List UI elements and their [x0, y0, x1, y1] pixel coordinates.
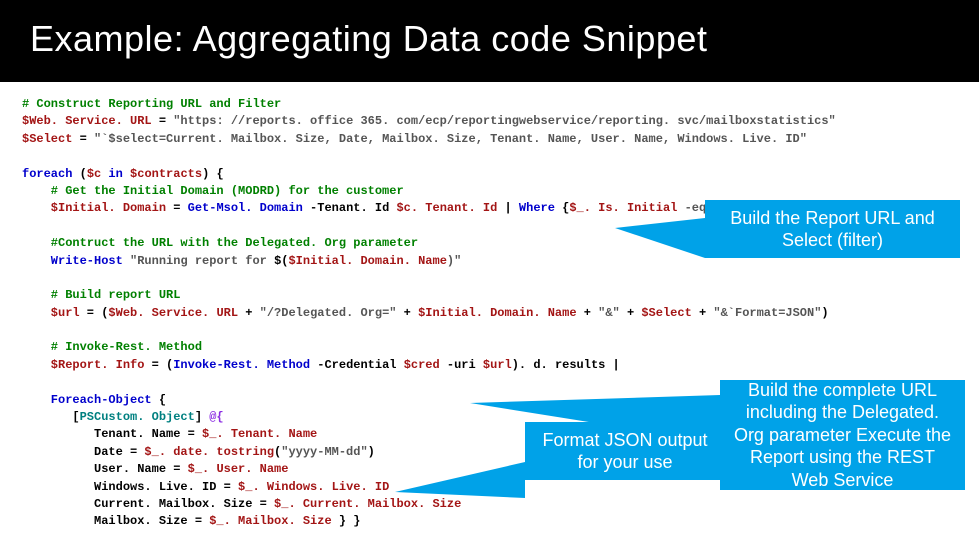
code-string: "&`Format=JSON" — [713, 306, 821, 320]
code-param: -Tenant. Id — [303, 201, 397, 215]
code-cmdlet: Where — [519, 201, 555, 215]
code-text: { — [152, 393, 166, 407]
code-text: Tenant. Name = — [22, 427, 202, 441]
code-string: "/?Delegated. Org=" — [260, 306, 397, 320]
code-hash: @{ — [209, 410, 223, 424]
code-var: $Initial. Domain. Name — [288, 254, 446, 268]
code-var: $c — [87, 167, 101, 181]
code-var: $c. Tenant. Id — [396, 201, 497, 215]
code-var: $_. Is. Initial — [569, 201, 677, 215]
code-op: = — [72, 132, 94, 146]
code-comment: #Contruct the URL with the Delegated. Or… — [22, 236, 418, 250]
callout-build-report-url: Build the Report URL and Select (filter) — [705, 200, 960, 258]
code-comment: # Invoke-Rest. Method — [22, 340, 202, 354]
code-var: $Web. Service. URL — [22, 114, 152, 128]
code-text: ) — [368, 445, 375, 459]
code-op: + — [238, 306, 260, 320]
code-comment: # Build report URL — [22, 288, 180, 302]
code-text: Mailbox. Size = — [22, 514, 209, 528]
code-text: [ — [22, 410, 80, 424]
code-var: $url — [22, 306, 80, 320]
code-text: Windows. Live. ID = — [22, 480, 238, 494]
code-string: "`$select=Current. Mailbox. Size, Date, … — [94, 132, 807, 146]
code-var: $contracts — [130, 167, 202, 181]
code-op: + — [692, 306, 714, 320]
code-text: ). d. results | — [512, 358, 620, 372]
code-type: PSCustom. Object — [80, 410, 195, 424]
code-var: $url — [483, 358, 512, 372]
code-var: $Initial. Domain. Name — [418, 306, 576, 320]
code-text: Date = — [22, 445, 144, 459]
code-comment: # Construct Reporting URL and Filter — [22, 97, 281, 111]
code-op: | — [497, 201, 519, 215]
code-param: -uri — [440, 358, 483, 372]
code-var: $_. Current. Mailbox. Size — [274, 497, 461, 511]
code-op: + — [396, 306, 418, 320]
code-text: } } — [332, 514, 361, 528]
code-string: )" — [447, 254, 461, 268]
code-text: Current. Mailbox. Size = — [22, 497, 274, 511]
code-cmdlet: Get-Msol. Domain — [188, 201, 303, 215]
code-keyword: in — [101, 167, 130, 181]
code-string: "https: //reports. office 365. com/ecp/r… — [173, 114, 836, 128]
code-string: "&" — [598, 306, 620, 320]
code-var: $_. User. Name — [188, 462, 289, 476]
code-var: $Select — [22, 132, 72, 146]
code-var: $_. date. tostring — [144, 445, 274, 459]
code-var: $Initial. Domain — [22, 201, 166, 215]
code-text: { — [555, 201, 569, 215]
code-op: = — [166, 201, 188, 215]
code-string: "yyyy-MM-dd" — [281, 445, 367, 459]
code-var: $cred — [404, 358, 440, 372]
code-var: $Select — [641, 306, 691, 320]
callout-format-json: Format JSON output for your use — [525, 422, 725, 480]
code-cmdlet: Write-Host — [22, 254, 130, 268]
callout-complete-url: Build the complete URL including the Del… — [720, 380, 965, 490]
code-cmdlet: Invoke-Rest. Method — [173, 358, 310, 372]
code-op: = ( — [144, 358, 173, 372]
code-text: ) { — [202, 167, 224, 181]
code-var: $Report. Info — [22, 358, 144, 372]
code-text: ( — [72, 167, 86, 181]
code-var: $_. Mailbox. Size — [209, 514, 331, 528]
code-string: "Running report for — [130, 254, 274, 268]
slide-title: Example: Aggregating Data code Snippet — [0, 0, 979, 82]
code-op: = ( — [80, 306, 109, 320]
code-comment: # Get the Initial Domain (MODRD) for the… — [22, 184, 404, 198]
code-text: $( — [274, 254, 288, 268]
code-var: $_. Windows. Live. ID — [238, 480, 389, 494]
code-text: ] — [195, 410, 209, 424]
code-op: = — [152, 114, 174, 128]
code-cmdlet: Foreach-Object — [22, 393, 152, 407]
code-text: ) — [821, 306, 828, 320]
code-op: + — [577, 306, 599, 320]
code-op: + — [620, 306, 642, 320]
code-param: -Credential — [310, 358, 404, 372]
code-var: $Web. Service. URL — [108, 306, 238, 320]
code-keyword: foreach — [22, 167, 72, 181]
code-text: User. Name = — [22, 462, 188, 476]
code-var: $_. Tenant. Name — [202, 427, 317, 441]
